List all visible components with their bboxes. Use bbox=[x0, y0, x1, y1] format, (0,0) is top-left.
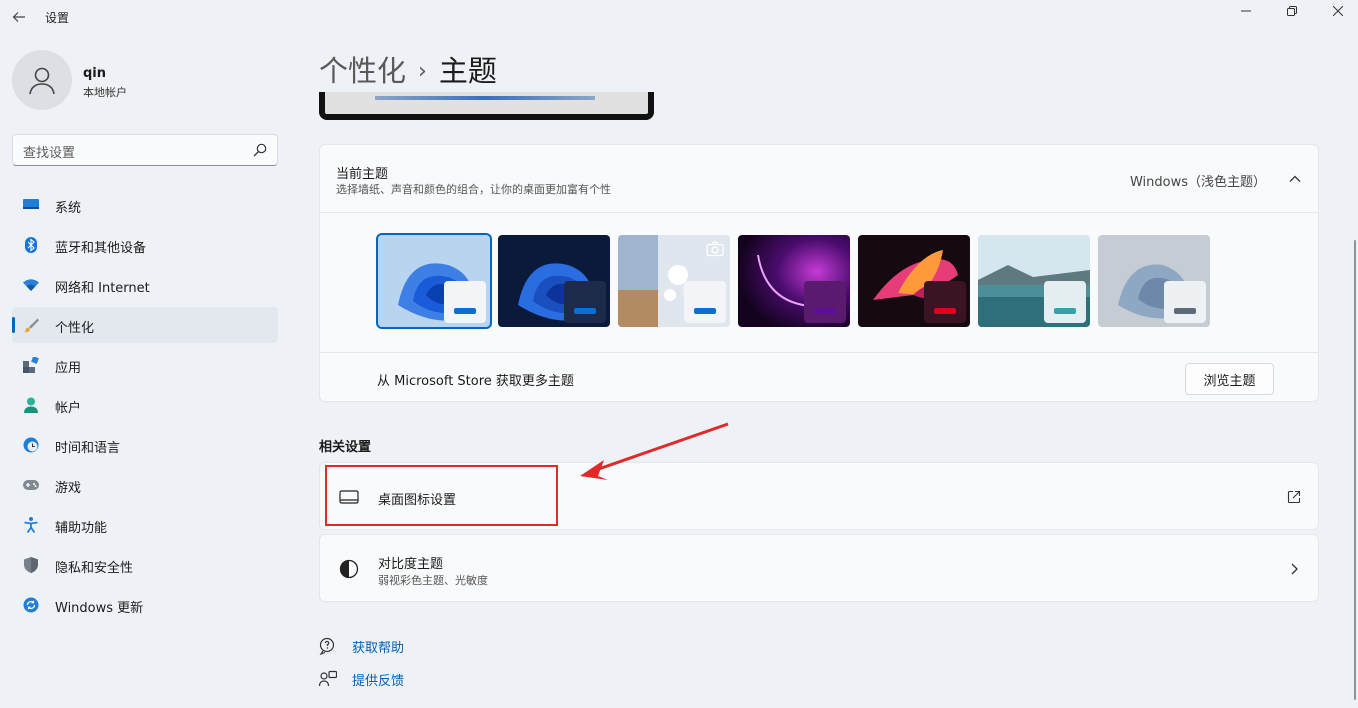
row-title: 对比度主题 bbox=[378, 557, 444, 572]
gamepad-icon bbox=[23, 477, 39, 493]
user-name: qin bbox=[83, 66, 107, 81]
theme-thumbnail-windows-dark[interactable] bbox=[498, 235, 610, 327]
shield-icon bbox=[23, 557, 39, 573]
contrast-icon bbox=[338, 558, 360, 580]
sidebar-item-label: 系统 bbox=[55, 201, 82, 216]
current-theme-title: 当前主题 bbox=[336, 167, 389, 182]
theme-preview bbox=[319, 92, 654, 120]
theme-thumbnail-sunrise[interactable] bbox=[978, 235, 1090, 327]
back-button[interactable] bbox=[8, 6, 30, 28]
sidebar-item-bluetooth[interactable]: 蓝牙和其他设备 bbox=[12, 227, 278, 263]
sidebar-item-network[interactable]: 网络和 Internet bbox=[12, 267, 278, 303]
theme-taskbar-swatch bbox=[684, 281, 726, 323]
sidebar-item-accessibility[interactable]: 辅助功能 bbox=[12, 507, 278, 543]
breadcrumb: 个性化 › 主题 bbox=[319, 48, 497, 90]
theme-thumbnail-captured-motion[interactable] bbox=[738, 235, 850, 327]
close-button[interactable] bbox=[1315, 0, 1358, 22]
feedback-icon bbox=[319, 670, 337, 687]
theme-taskbar-swatch bbox=[564, 281, 606, 323]
sidebar-item-personalization[interactable]: 个性化 bbox=[12, 307, 278, 343]
update-icon bbox=[23, 597, 39, 613]
sidebar-item-label: Windows 更新 bbox=[55, 601, 144, 616]
external-link-icon bbox=[1286, 489, 1302, 505]
theme-thumbnail-glow[interactable] bbox=[618, 235, 730, 327]
back-arrow-icon bbox=[12, 12, 25, 22]
sidebar-item-label: 游戏 bbox=[55, 481, 82, 496]
store-row: 从 Microsoft Store 获取更多主题 浏览主题 bbox=[320, 352, 1318, 403]
person-icon bbox=[29, 67, 55, 95]
page-title: 主题 bbox=[438, 54, 497, 88]
theme-taskbar-swatch bbox=[1044, 281, 1086, 323]
chevron-up-icon[interactable] bbox=[1288, 173, 1302, 185]
theme-thumbnail-bloom[interactable] bbox=[1098, 235, 1210, 327]
sidebar-item-label: 辅助功能 bbox=[55, 521, 108, 536]
globe-clock-icon bbox=[23, 437, 39, 453]
sidebar-item-apps[interactable]: 应用 bbox=[12, 347, 278, 383]
avatar bbox=[12, 50, 72, 110]
sidebar-item-system[interactable]: 系统 bbox=[12, 187, 278, 223]
minimize-button[interactable] bbox=[1223, 0, 1269, 22]
title-bar: 设置 bbox=[0, 0, 1358, 36]
brush-icon bbox=[23, 317, 39, 333]
theme-preview-taskbar bbox=[375, 96, 595, 100]
theme-thumbnail-flow[interactable] bbox=[858, 235, 970, 327]
chevron-right-icon bbox=[1286, 561, 1302, 577]
row-subtitle: 弱视彩色主题、光敏度 bbox=[378, 574, 488, 587]
accessibility-icon bbox=[23, 517, 39, 533]
current-theme-value: Windows（浅色主题） bbox=[1129, 175, 1266, 190]
close-icon bbox=[1333, 6, 1343, 16]
sidebar-item-windows-update[interactable]: Windows 更新 bbox=[12, 587, 278, 623]
help-icon bbox=[319, 637, 335, 655]
sidebar-item-gaming[interactable]: 游戏 bbox=[12, 467, 278, 503]
sidebar-item-label: 蓝牙和其他设备 bbox=[55, 241, 147, 256]
annotation-highlight-box bbox=[325, 465, 558, 526]
sidebar-nav: 系统 蓝牙和其他设备 网络和 Internet 个性化 应用 帐户 时间和语言 … bbox=[12, 187, 278, 627]
search-icon bbox=[253, 143, 267, 157]
apps-icon bbox=[23, 357, 39, 373]
camera-icon bbox=[706, 241, 724, 257]
sidebar-item-label: 应用 bbox=[55, 361, 82, 376]
sidebar-item-label: 隐私和安全性 bbox=[55, 561, 134, 576]
maximize-button[interactable] bbox=[1269, 0, 1315, 22]
current-theme-description: 选择墙纸、声音和颜色的组合，让你的桌面更加富有个性 bbox=[336, 183, 611, 196]
search-input[interactable]: 查找设置 bbox=[12, 134, 278, 166]
sidebar-item-privacy[interactable]: 隐私和安全性 bbox=[12, 547, 278, 583]
theme-taskbar-swatch bbox=[1164, 281, 1206, 323]
sidebar-item-label: 帐户 bbox=[55, 401, 82, 416]
sidebar-item-label: 网络和 Internet bbox=[55, 281, 150, 296]
account-icon bbox=[23, 397, 39, 413]
search-placeholder: 查找设置 bbox=[23, 146, 76, 161]
system-icon bbox=[23, 197, 39, 213]
theme-taskbar-swatch bbox=[924, 281, 966, 323]
theme-taskbar-swatch bbox=[804, 281, 846, 323]
sidebar-item-label: 个性化 bbox=[55, 321, 95, 336]
wifi-icon bbox=[23, 277, 39, 293]
section-title-related: 相关设置 bbox=[319, 440, 372, 455]
sidebar-item-time-language[interactable]: 时间和语言 bbox=[12, 427, 278, 463]
browse-themes-button[interactable]: 浏览主题 bbox=[1185, 363, 1274, 395]
app-title: 设置 bbox=[45, 11, 70, 25]
bluetooth-icon bbox=[23, 237, 39, 253]
current-theme-header[interactable]: 当前主题 选择墙纸、声音和颜色的组合，让你的桌面更加富有个性 Windows（浅… bbox=[320, 145, 1318, 213]
link-label: 提供反馈 bbox=[352, 674, 405, 689]
contrast-themes-row[interactable]: 对比度主题 弱视彩色主题、光敏度 bbox=[319, 534, 1319, 602]
breadcrumb-parent[interactable]: 个性化 bbox=[319, 54, 406, 88]
current-theme-card: 当前主题 选择墙纸、声音和颜色的组合，让你的桌面更加富有个性 Windows（浅… bbox=[319, 144, 1319, 402]
theme-taskbar-swatch bbox=[444, 281, 486, 323]
breadcrumb-separator: › bbox=[418, 59, 427, 84]
account-type: 本地帐户 bbox=[83, 86, 127, 99]
annotation-arrow bbox=[580, 422, 729, 480]
scrollbar[interactable] bbox=[1354, 240, 1356, 700]
store-text: 从 Microsoft Store 获取更多主题 bbox=[377, 374, 574, 389]
sidebar-item-accounts[interactable]: 帐户 bbox=[12, 387, 278, 423]
sidebar-item-label: 时间和语言 bbox=[55, 441, 121, 456]
restore-icon bbox=[1287, 6, 1297, 16]
minimize-icon bbox=[1241, 10, 1251, 12]
link-label: 获取帮助 bbox=[352, 641, 405, 656]
theme-thumbnail-windows-light[interactable] bbox=[376, 233, 492, 329]
